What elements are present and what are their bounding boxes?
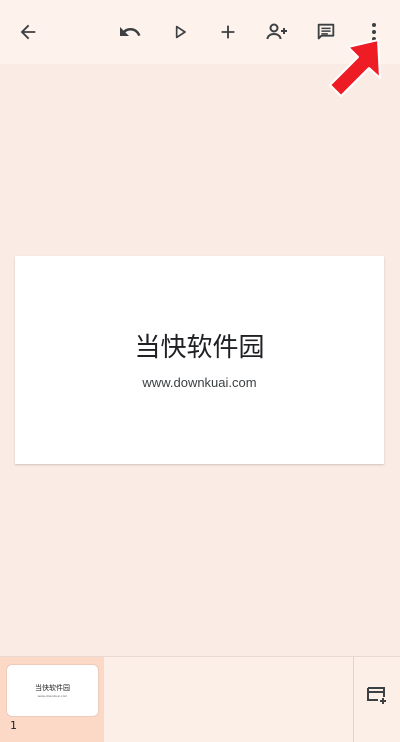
slide-title[interactable]: 当快软件园 xyxy=(15,334,384,363)
undo-icon xyxy=(118,20,142,44)
undo-button[interactable] xyxy=(110,12,150,52)
more-vert-icon xyxy=(370,21,378,43)
thumbnail-subtitle: www.downkuai.com xyxy=(37,694,68,698)
slide-filmstrip: 当快软件园 www.downkuai.com 1 xyxy=(0,656,400,742)
comment-icon xyxy=(315,21,337,43)
slide-number: 1 xyxy=(10,719,17,732)
insert-button[interactable] xyxy=(208,12,248,52)
thumbnail-title: 当快软件园 xyxy=(35,684,70,692)
add-person-icon xyxy=(265,20,289,44)
new-slide-button[interactable] xyxy=(357,677,397,717)
play-icon xyxy=(170,22,190,42)
plus-icon xyxy=(217,21,239,43)
top-toolbar xyxy=(0,0,400,64)
share-button[interactable] xyxy=(257,12,297,52)
comments-button[interactable] xyxy=(306,12,346,52)
back-button[interactable] xyxy=(8,12,48,52)
filmstrip-divider xyxy=(353,657,354,742)
slide-thumbnail[interactable]: 当快软件园 www.downkuai.com xyxy=(7,665,98,716)
slide-thumbnail-selected[interactable]: 当快软件园 www.downkuai.com 1 xyxy=(0,657,104,742)
add-slide-icon xyxy=(365,683,389,711)
present-button[interactable] xyxy=(160,12,200,52)
current-slide[interactable]: 当快软件园 www.downkuai.com xyxy=(15,256,384,464)
back-arrow-icon xyxy=(17,21,39,43)
slide-subtitle[interactable]: www.downkuai.com xyxy=(15,375,384,390)
more-options-button[interactable] xyxy=(356,12,392,52)
